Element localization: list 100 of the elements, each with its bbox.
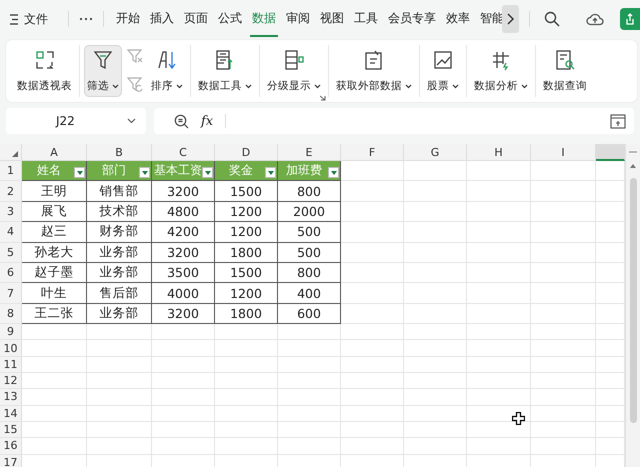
column-header[interactable]: A bbox=[22, 144, 87, 161]
empty-cell[interactable] bbox=[152, 373, 215, 390]
empty-cell[interactable] bbox=[87, 340, 152, 357]
empty-cell[interactable] bbox=[467, 283, 531, 304]
stock-chart-button[interactable]: 股票 bbox=[424, 45, 462, 97]
filter-dropdown-button[interactable] bbox=[328, 167, 339, 178]
scroll-up-icon[interactable] bbox=[630, 164, 636, 168]
row-header[interactable]: 16 bbox=[0, 438, 22, 454]
menu-icon[interactable] bbox=[10, 14, 19, 24]
empty-cell[interactable] bbox=[531, 373, 596, 390]
cloud-upload-icon[interactable] bbox=[586, 11, 604, 27]
empty-cell[interactable] bbox=[215, 438, 278, 454]
row-header[interactable]: 5 bbox=[0, 242, 22, 263]
empty-cell[interactable] bbox=[404, 242, 467, 263]
row-header[interactable]: 8 bbox=[0, 304, 22, 324]
column-header[interactable]: E bbox=[278, 144, 341, 161]
empty-cell[interactable] bbox=[87, 422, 152, 438]
empty-cell[interactable] bbox=[341, 438, 404, 454]
empty-cell[interactable] bbox=[87, 389, 152, 406]
empty-cell[interactable] bbox=[467, 242, 531, 263]
column-header[interactable]: D bbox=[215, 144, 278, 161]
empty-cell[interactable] bbox=[341, 340, 404, 357]
empty-cell[interactable] bbox=[152, 438, 215, 454]
empty-cell[interactable] bbox=[278, 324, 341, 340]
formula-field[interactable]: fx bbox=[154, 108, 634, 134]
empty-cell[interactable] bbox=[404, 356, 467, 374]
empty-cell[interactable] bbox=[531, 324, 596, 340]
filter-dropdown-button[interactable] bbox=[74, 167, 85, 178]
share-button[interactable] bbox=[620, 8, 640, 30]
empty-cell[interactable] bbox=[278, 422, 341, 438]
empty-cell[interactable] bbox=[531, 262, 596, 284]
empty-cell[interactable] bbox=[531, 422, 596, 438]
empty-cell[interactable] bbox=[404, 406, 467, 422]
ribbon-tab[interactable]: 数据 bbox=[250, 1, 278, 37]
empty-cell[interactable] bbox=[341, 373, 404, 390]
empty-cell[interactable] bbox=[87, 406, 152, 422]
row-header[interactable]: 2 bbox=[0, 181, 22, 202]
empty-cell[interactable] bbox=[341, 406, 404, 422]
column-header[interactable]: G bbox=[404, 144, 467, 161]
filter-dropdown-button[interactable] bbox=[202, 167, 213, 178]
empty-cell[interactable] bbox=[341, 356, 404, 374]
empty-cell[interactable] bbox=[215, 324, 278, 340]
empty-cell[interactable] bbox=[531, 389, 596, 406]
empty-cell[interactable] bbox=[341, 181, 404, 202]
filter-dropdown-button[interactable] bbox=[139, 167, 150, 178]
empty-cell[interactable] bbox=[341, 262, 404, 284]
empty-cell[interactable] bbox=[531, 406, 596, 422]
empty-cell[interactable] bbox=[341, 283, 404, 304]
empty-cell[interactable] bbox=[404, 283, 467, 304]
empty-cell[interactable] bbox=[278, 356, 341, 374]
empty-cell[interactable] bbox=[152, 406, 215, 422]
data-analysis-button[interactable]: 数据分析 bbox=[471, 45, 531, 97]
empty-cell[interactable] bbox=[467, 202, 531, 222]
empty-cell[interactable] bbox=[404, 161, 467, 182]
search-icon[interactable] bbox=[544, 11, 560, 27]
empty-cell[interactable] bbox=[87, 373, 152, 390]
empty-cell[interactable] bbox=[531, 340, 596, 357]
ribbon-tab[interactable]: 插入 bbox=[148, 1, 176, 37]
ribbon-tab[interactable]: 审阅 bbox=[284, 1, 312, 37]
empty-cell[interactable] bbox=[278, 389, 341, 406]
column-header[interactable]: B bbox=[87, 144, 152, 161]
empty-cell[interactable] bbox=[404, 222, 467, 243]
empty-cell[interactable] bbox=[215, 373, 278, 390]
empty-cell[interactable] bbox=[278, 340, 341, 357]
empty-cell[interactable] bbox=[152, 389, 215, 406]
empty-cell[interactable] bbox=[215, 356, 278, 374]
filter-button[interactable]: 筛选 bbox=[84, 45, 122, 97]
empty-cell[interactable] bbox=[152, 356, 215, 374]
empty-cell[interactable] bbox=[404, 422, 467, 438]
data-tools-button[interactable]: 数据工具 bbox=[195, 45, 255, 97]
ribbon-tab[interactable]: 开始 bbox=[114, 1, 142, 37]
ribbon-tab[interactable]: 工具 bbox=[352, 1, 380, 37]
dialog-launcher-icon[interactable] bbox=[320, 95, 326, 101]
row-header[interactable]: 15 bbox=[0, 422, 22, 438]
ribbon-tab[interactable]: 视图 bbox=[318, 1, 346, 37]
empty-cell[interactable] bbox=[404, 340, 467, 357]
empty-cell[interactable] bbox=[531, 161, 596, 182]
empty-cell[interactable] bbox=[215, 389, 278, 406]
column-header[interactable] bbox=[596, 144, 625, 161]
empty-cell[interactable] bbox=[152, 324, 215, 340]
empty-cell[interactable] bbox=[467, 181, 531, 202]
scroll-tabs-button[interactable] bbox=[502, 5, 519, 33]
empty-cell[interactable] bbox=[531, 438, 596, 454]
empty-cell[interactable] bbox=[87, 356, 152, 374]
empty-cell[interactable] bbox=[467, 389, 531, 406]
column-header[interactable]: C bbox=[152, 144, 215, 161]
empty-cell[interactable] bbox=[341, 202, 404, 222]
row-header[interactable]: 17 bbox=[0, 454, 22, 467]
empty-cell[interactable] bbox=[341, 389, 404, 406]
select-all-icon[interactable] bbox=[12, 151, 18, 157]
empty-cell[interactable] bbox=[215, 422, 278, 438]
empty-cell[interactable] bbox=[404, 373, 467, 390]
empty-cell[interactable] bbox=[531, 202, 596, 222]
row-header[interactable]: 14 bbox=[0, 406, 22, 422]
row-header[interactable]: 13 bbox=[0, 389, 22, 406]
empty-cell[interactable] bbox=[87, 438, 152, 454]
empty-cell[interactable] bbox=[341, 242, 404, 263]
empty-cell[interactable] bbox=[467, 373, 531, 390]
empty-cell[interactable] bbox=[467, 262, 531, 284]
empty-cell[interactable] bbox=[531, 242, 596, 263]
